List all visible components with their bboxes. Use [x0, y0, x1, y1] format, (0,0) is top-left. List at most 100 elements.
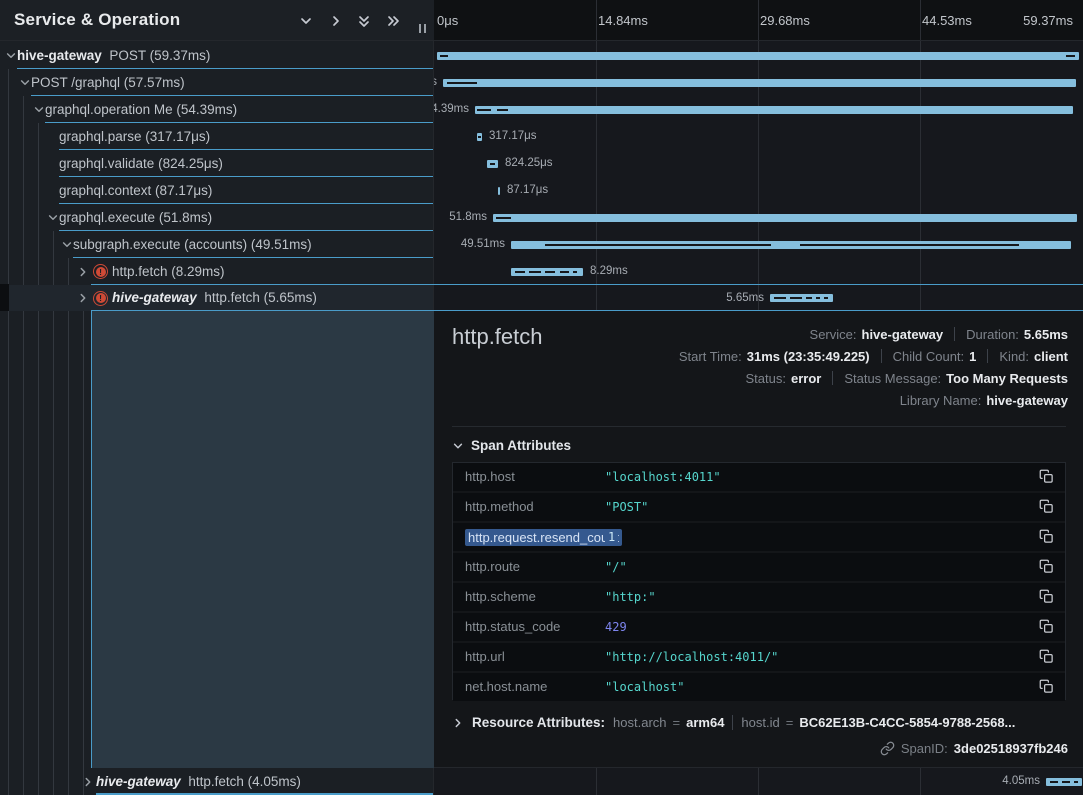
attribute-value: "/"	[605, 560, 627, 574]
resource-attributes-row[interactable]: Resource Attributes: host.arch=arm64host…	[452, 715, 1066, 730]
meta-divider	[954, 327, 955, 341]
span-attributes-header[interactable]: Span Attributes	[452, 438, 571, 453]
span-id-footer: SpanID: 3de02518937fb246	[880, 741, 1068, 756]
tree-header-title: Service & Operation	[14, 10, 180, 30]
span-label: hive-gateway http.fetch (4.05ms)	[96, 768, 301, 795]
operation-name: subgraph.execute (accounts) (49.51ms)	[73, 237, 312, 252]
span-label: hive-gateway POST (59.37ms)	[17, 42, 210, 69]
axis-gridline	[596, 0, 597, 40]
span-duration-bar[interactable]	[493, 214, 1077, 222]
child-span-mark	[824, 297, 828, 299]
chevron-down-icon[interactable]	[33, 104, 45, 116]
span-label: graphql.validate (824.25μs)	[59, 150, 223, 177]
tree-row[interactable]: graphql.context (87.17μs)	[0, 177, 434, 204]
meta-label: Kind:	[999, 349, 1029, 364]
tree-row[interactable]: POST /graphql (57.57ms)	[0, 69, 434, 96]
copy-icon[interactable]	[1039, 649, 1054, 664]
tree-row[interactable]: !http.fetch (8.29ms)	[0, 258, 434, 285]
tree-row[interactable]: graphql.execute (51.8ms)	[0, 204, 434, 231]
operation-name: graphql.parse (317.17μs)	[59, 129, 210, 144]
copy-icon[interactable]	[1039, 589, 1054, 604]
child-span-mark	[545, 271, 555, 273]
span-duration-bar[interactable]	[437, 52, 1079, 60]
meta-label: Status Message:	[844, 371, 941, 386]
expand-all-icon[interactable]	[386, 14, 400, 28]
tree-row[interactable]: hive-gateway http.fetch (4.05ms)	[0, 768, 434, 795]
child-span-mark	[816, 297, 820, 299]
collapse-all-icon[interactable]	[357, 14, 371, 28]
meta-pair: Start Time:31ms (23:35:49.225)	[679, 349, 870, 364]
span-detail-panel: http.fetch Service:hive-gatewayDuration:…	[434, 311, 1083, 768]
tree-row[interactable]: hive-gateway POST (59.37ms)	[0, 42, 434, 69]
span-duration-label: 57.57ms	[434, 69, 437, 96]
axis-gridline	[920, 0, 921, 40]
axis-tick-label: 44.53ms	[922, 13, 972, 28]
span-duration-bar[interactable]	[511, 268, 583, 276]
span-label: graphql.parse (317.17μs)	[59, 123, 210, 150]
service-name: hive-gateway	[96, 774, 181, 789]
attribute-row: http.scheme"http:"	[453, 583, 1065, 611]
chevron-right-icon[interactable]	[77, 266, 89, 278]
attribute-value-text: 429	[605, 620, 627, 634]
copy-icon[interactable]	[1039, 619, 1054, 634]
indent-guide	[53, 231, 54, 795]
meta-pair: Child Count:1	[893, 349, 977, 364]
span-duration-label: 51.8ms	[449, 204, 487, 231]
tree-row-selected[interactable]: !hive-gateway http.fetch (5.65ms)	[0, 285, 434, 311]
span-duration-bar[interactable]	[770, 294, 833, 302]
copy-icon[interactable]	[1039, 559, 1054, 574]
span-duration-bar[interactable]	[498, 187, 500, 195]
span-duration-label: 5.65ms	[726, 285, 764, 311]
chevron-down-icon[interactable]	[47, 212, 59, 224]
attribute-row: http.method"POST"	[453, 493, 1065, 521]
chevron-down-icon[interactable]	[61, 239, 73, 251]
span-title: http.fetch	[452, 324, 543, 350]
attribute-row: http.host"localhost:4011"	[453, 463, 1065, 491]
meta-label: Duration:	[966, 327, 1019, 342]
tree-header: Service & Operation	[0, 0, 434, 40]
attribute-key: http.url	[465, 649, 505, 664]
timeline-gridline	[920, 768, 921, 795]
operation-name: http.fetch (8.29ms)	[112, 264, 225, 279]
span-duration-bar[interactable]	[1046, 778, 1082, 786]
expand-one-icon[interactable]	[329, 14, 343, 28]
meta-divider	[881, 349, 882, 363]
service-name: hive-gateway	[112, 290, 197, 305]
timeline-gridline	[758, 768, 759, 795]
span-duration-bar[interactable]	[477, 133, 482, 141]
span-duration-label: 8.29ms	[590, 258, 628, 285]
chevron-down-icon[interactable]	[19, 77, 31, 89]
error-icon: !	[93, 291, 108, 306]
span-duration-bar[interactable]	[511, 241, 1071, 249]
meta-label: Status:	[746, 371, 786, 386]
copy-icon[interactable]	[1039, 469, 1054, 484]
tree-row[interactable]: graphql.parse (317.17μs)	[0, 123, 434, 150]
operation-name: POST /graphql (57.57ms)	[31, 75, 185, 90]
child-span-mark	[478, 136, 481, 138]
axis-tick-label: 59.37ms	[1023, 13, 1073, 28]
panel-resize-handle[interactable]	[419, 24, 426, 33]
tree-row[interactable]: graphql.validate (824.25μs)	[0, 150, 434, 177]
span-duration-bar[interactable]	[475, 106, 1073, 114]
axis-gridline	[758, 0, 759, 40]
meta-pair: Kind:client	[999, 349, 1068, 364]
span-duration-bar[interactable]	[443, 79, 1076, 87]
attribute-value: 1	[605, 530, 618, 544]
attribute-key: http.scheme	[465, 589, 536, 604]
child-span-mark	[573, 271, 577, 273]
span-duration-bar[interactable]	[487, 160, 498, 168]
chevron-down-icon[interactable]	[5, 50, 17, 62]
chevron-right-icon[interactable]	[77, 292, 89, 304]
span-meta-line: Status:errorStatus Message:Too Many Requ…	[746, 370, 1069, 386]
meta-value: hive-gateway	[986, 393, 1068, 408]
header-divider	[0, 40, 1083, 41]
chevron-right-icon[interactable]	[82, 776, 94, 788]
tree-row[interactable]: graphql.operation Me (54.39ms)	[0, 96, 434, 123]
copy-icon[interactable]	[1039, 529, 1054, 544]
meta-pair: Duration:5.65ms	[966, 327, 1068, 342]
copy-icon[interactable]	[1039, 499, 1054, 514]
collapse-one-icon[interactable]	[299, 14, 313, 28]
copy-icon[interactable]	[1039, 679, 1054, 694]
tree-row[interactable]: subgraph.execute (accounts) (49.51ms)	[0, 231, 434, 258]
attribute-row: http.url"http://localhost:4011/"	[453, 643, 1065, 671]
